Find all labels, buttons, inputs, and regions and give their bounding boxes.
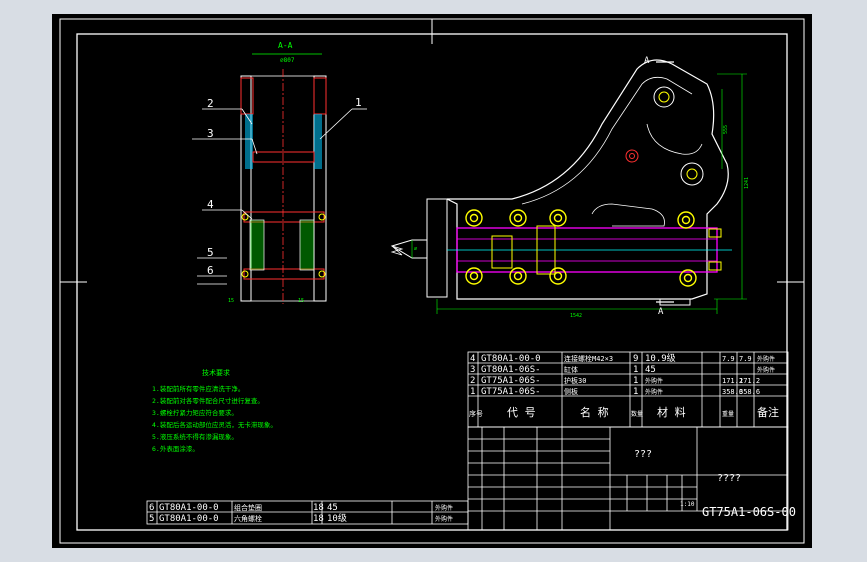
callout-1: 1 — [355, 96, 362, 109]
section-title: A-A — [278, 41, 293, 50]
bom-row5-std: 外购件 — [435, 515, 453, 523]
bom-row5-material: 10级 — [327, 512, 347, 524]
bom-row2-name: 护板30 — [564, 376, 586, 385]
dim-right: 15 — [298, 298, 304, 304]
bom-header-qty: 数量 — [631, 410, 643, 418]
bolt-pattern — [465, 209, 697, 287]
bom-row4-name: 连接螺栓M42×3 — [564, 354, 613, 363]
bom-row3-material: 45 — [645, 365, 656, 375]
callout-4: 4 — [207, 198, 214, 211]
bom-row4-qty: 9 — [633, 354, 638, 364]
bom-row1-code: GT75A1-06S- — [481, 387, 541, 397]
dim-upper: 555 — [723, 125, 729, 134]
section-marker-bottom: A — [658, 307, 664, 317]
tech-notes-heading: 技术要求 — [202, 368, 230, 377]
title-material: ??? — [634, 449, 652, 460]
bom-row3-qty: 1 — [633, 365, 638, 375]
bom-header-remark: 备注 — [757, 405, 779, 419]
bom-row5-no: 5 — [149, 514, 154, 524]
bom-row3-std: 外购件 — [757, 366, 775, 374]
bom-row6-material: 45 — [327, 503, 338, 513]
tech-note-3: 3.螺栓拧紧力矩应符合要求。 — [152, 408, 238, 417]
dim-total-length: 1542 — [570, 313, 582, 319]
bom-header-name: 名 称 — [580, 405, 609, 419]
bom-row3-code: GT80A1-06S- — [481, 365, 541, 375]
bom-row1-qty: 1 — [633, 387, 638, 397]
bom-row5-qty: 18 — [313, 514, 324, 524]
title-scale: 1:10 — [680, 501, 695, 508]
bom-row5-code: GT80A1-00-0 — [159, 514, 219, 524]
tech-notes: 技术要求 1.装配前所有零件应清洗干净。 2.装配前对各零件配合尺寸进行复查。 … — [152, 368, 277, 453]
title-drawing-name: ???? — [717, 473, 741, 484]
drawing-canvas: A-A ∅807 2 3 4 5 6 1 15 15 1542 1241 555… — [59, 18, 805, 544]
bom-row4-unit: 7.9 — [722, 355, 735, 363]
side-view: 1542 1241 555 ∅ A A — [390, 56, 750, 319]
section-width-dim: ∅807 — [280, 57, 295, 64]
callout-5: 5 — [207, 246, 214, 259]
title-drawing-number: GT75A1-06S-00 — [702, 505, 796, 519]
bom-row3-name: 缸体 — [564, 365, 578, 374]
bom-header-no: 序号 — [469, 409, 483, 418]
bom-row4-std: 外购件 — [757, 355, 775, 363]
bom-row4-code: GT80A1-00-0 — [481, 354, 541, 364]
bom-header-code: 代 号 — [507, 406, 536, 419]
bom-row4-total: 7.9 — [739, 355, 752, 363]
tech-note-5: 5.液压系统不得有渗漏现象。 — [152, 432, 238, 441]
bom-row5-name: 六角螺栓 — [234, 514, 262, 523]
bom-row1-total: 358.6 — [739, 388, 760, 396]
tech-note-1: 1.装配前所有零件应清洗干净。 — [152, 384, 244, 393]
bom-row3-no: 3 — [470, 365, 475, 375]
bom-row1-no: 1 — [470, 387, 475, 397]
bom-row1-name: 侧板 — [564, 387, 578, 396]
bom-row6-qty: 18 — [313, 503, 324, 513]
bom-upper-text: 4 GT80A1-00-0 连接螺栓M42×3 9 10.9级 7.9 7.9 … — [469, 352, 779, 419]
section-view: A-A ∅807 2 3 4 5 6 1 15 15 — [192, 41, 367, 304]
bom-row6-name: 组合垫圈 — [234, 503, 262, 512]
tech-note-4: 4.装配后各运动部位应灵活，无卡滞现象。 — [152, 420, 277, 429]
bom-row6-code: GT80A1-00-0 — [159, 503, 219, 513]
bom-row2-material: 外购件 — [645, 377, 663, 385]
bom-row6-no: 6 — [149, 503, 154, 513]
bom-row2-qty: 1 — [633, 376, 638, 386]
callout-3: 3 — [207, 127, 214, 140]
dim-left: 15 — [228, 298, 234, 304]
bom-header-weight: 重量 — [722, 410, 734, 418]
outer-border — [59, 18, 805, 544]
dim-chisel: ∅ — [414, 246, 417, 252]
section-marker-top: A — [644, 56, 650, 66]
bom-row4-material: 10.9级 — [645, 352, 676, 364]
bom-row1-material: 外购件 — [645, 388, 663, 396]
bom-row2-total: 171.2 — [739, 377, 760, 385]
callout-2: 2 — [207, 97, 214, 110]
tech-note-2: 2.装配前对各零件配合尺寸进行复查。 — [152, 396, 264, 405]
bom-row2-code: GT75A1-06S- — [481, 376, 541, 386]
dim-height: 1241 — [744, 177, 750, 189]
bom-row4-no: 4 — [470, 354, 475, 364]
bom-row6-std: 外购件 — [435, 504, 453, 512]
cad-viewport[interactable]: A-A ∅807 2 3 4 5 6 1 15 15 1542 1241 555… — [52, 14, 812, 548]
bom-row2-no: 2 — [470, 376, 475, 386]
bom-lower-text: 6 GT80A1-00-0 组合垫圈 18 45 外购件 5 GT80A1-00… — [149, 503, 453, 524]
bom-header-material: 材 料 — [657, 405, 686, 419]
tech-note-6: 6.外表面涂漆。 — [152, 444, 199, 453]
callout-6: 6 — [207, 264, 214, 277]
